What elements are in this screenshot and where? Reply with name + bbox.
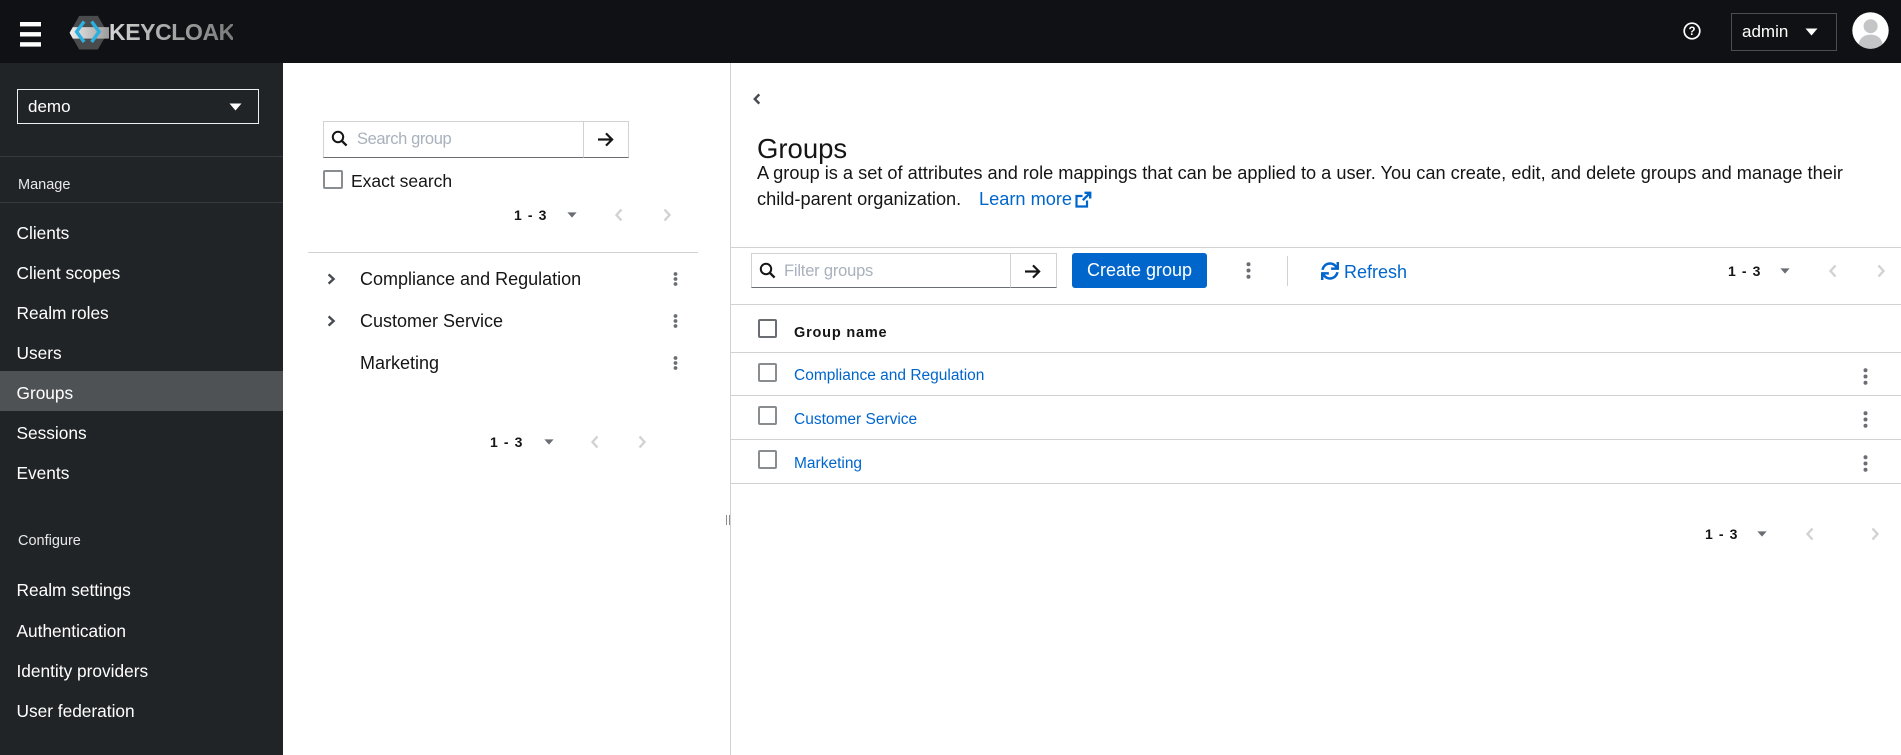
svg-text:KEYCLOAK: KEYCLOAK (109, 19, 233, 45)
svg-text:?: ? (1688, 26, 1695, 38)
